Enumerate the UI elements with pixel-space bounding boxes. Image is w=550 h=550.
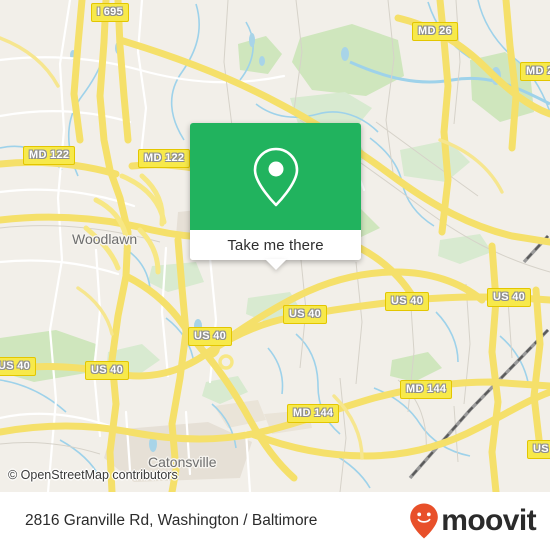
road-shield: I 695 bbox=[91, 3, 129, 22]
road-shield: MD 144 bbox=[400, 380, 453, 399]
road-shield: MD 122 bbox=[23, 146, 76, 165]
road-shield: US 40 bbox=[0, 357, 37, 376]
map-attribution[interactable]: © OpenStreetMap contributors bbox=[8, 468, 178, 482]
map-screenshot: .park { fill:#cfe6bd; } .park2 { fill:#d… bbox=[0, 0, 550, 550]
callout-tail-pointer bbox=[264, 259, 287, 270]
callout-action-bar[interactable]: Take me there bbox=[190, 230, 361, 270]
road-shield: US 40 bbox=[283, 305, 328, 324]
moovit-logo[interactable]: moovit bbox=[409, 502, 542, 540]
moovit-pin-icon bbox=[410, 503, 439, 539]
road-shield: MD 144 bbox=[287, 404, 340, 423]
location-callout-card[interactable]: Take me there bbox=[190, 123, 361, 270]
place-label-woodlawn: Woodlawn bbox=[72, 231, 138, 247]
road-shield: MD 26 bbox=[412, 22, 458, 41]
road-shield: US 1 bbox=[527, 440, 550, 459]
road-shield: US 40 bbox=[85, 361, 130, 380]
take-me-there-label: Take me there bbox=[227, 236, 324, 254]
footer-bar: 2816 Granville Rd, Washington / Baltimor… bbox=[0, 492, 550, 550]
location-pin-icon bbox=[253, 147, 298, 206]
road-shield: US 40 bbox=[188, 327, 233, 346]
road-shield: US 40 bbox=[385, 292, 430, 311]
map-canvas[interactable]: .park { fill:#cfe6bd; } .park2 { fill:#d… bbox=[0, 0, 550, 492]
address-label: 2816 Granville Rd, Washington / Baltimor… bbox=[25, 512, 318, 529]
callout-image-panel bbox=[190, 123, 361, 230]
road-shield: MD 2 bbox=[520, 62, 550, 81]
road-shield: MD 122 bbox=[138, 149, 191, 168]
road-shield: US 40 bbox=[487, 288, 532, 307]
moovit-wordmark: moovit bbox=[441, 504, 536, 537]
